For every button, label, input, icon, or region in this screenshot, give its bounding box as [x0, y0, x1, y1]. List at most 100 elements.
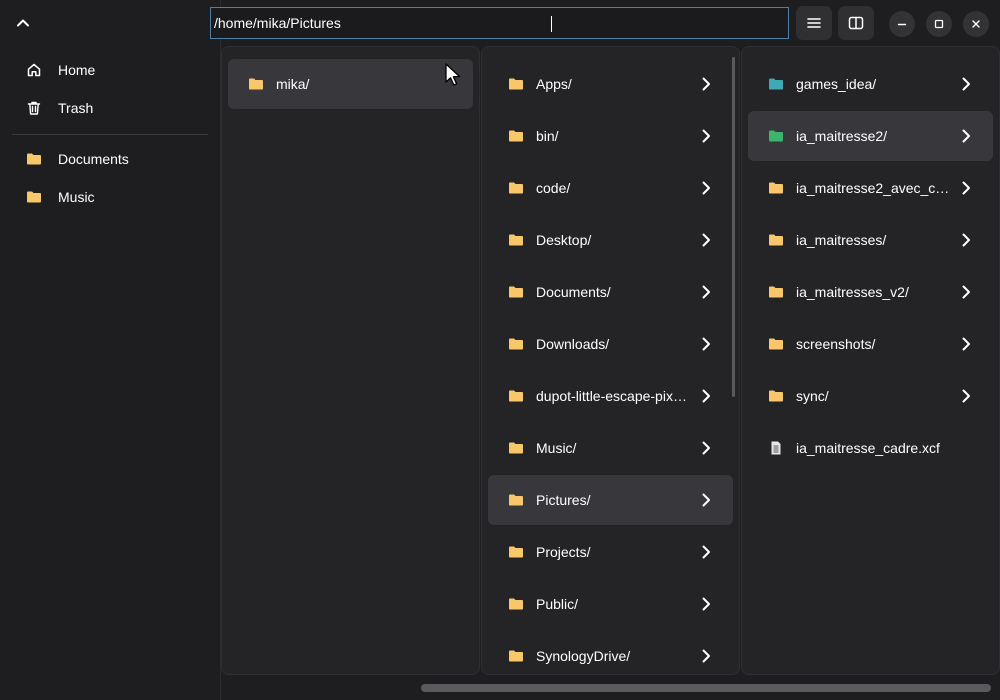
chevron-right-icon	[962, 389, 970, 403]
folder-row[interactable]: ia_maitresses_v2/	[748, 267, 993, 317]
chevron-right-icon	[702, 389, 710, 403]
chevron-right-icon	[962, 337, 970, 351]
folder-row[interactable]: bin/	[488, 111, 733, 161]
sidebar: Home Trash Documents Music	[0, 0, 221, 700]
folder-icon	[509, 234, 523, 246]
item-name: bin/	[536, 128, 559, 144]
chevron-right-icon	[702, 129, 710, 143]
maximize-button[interactable]	[926, 11, 952, 37]
item-name: Downloads/	[536, 336, 610, 352]
folder-row[interactable]: sync/	[748, 371, 993, 421]
folder-row[interactable]: SynologyDrive/	[488, 631, 733, 674]
folder-row[interactable]: ia_maitresse2/	[748, 111, 993, 161]
text-caret	[551, 16, 552, 32]
folder-row[interactable]: Desktop/	[488, 215, 733, 265]
item-name: Desktop/	[536, 232, 592, 248]
item-name: ia_maitresse2_avec_ca…	[796, 180, 951, 196]
item-name: ia_maitresse2/	[796, 128, 888, 144]
sidebar-item-trash[interactable]: Trash	[12, 91, 208, 125]
chevron-right-icon	[962, 77, 970, 91]
chevron-right-icon	[702, 77, 710, 91]
trash-icon	[24, 98, 44, 118]
folder-icon	[769, 338, 783, 350]
item-name: ia_maitresse_cadre.xcf	[796, 440, 940, 456]
sidebar-item-documents[interactable]: Documents	[12, 142, 208, 176]
column-pictures: games_idea/ia_maitresse2/ia_maitresse2_a…	[741, 46, 1000, 675]
go-up-button[interactable]	[8, 8, 38, 38]
folder-icon	[769, 390, 783, 402]
sidebar-item-home[interactable]: Home	[12, 53, 208, 87]
item-name: ia_maitresses_v2/	[796, 284, 909, 300]
item-name: SynologyDrive/	[536, 648, 631, 664]
folder-row[interactable]: Public/	[488, 579, 733, 629]
chevron-right-icon	[962, 181, 970, 195]
item-name: Public/	[536, 596, 579, 612]
folder-icon	[769, 182, 783, 194]
file-chooser-window: Home Trash Documents Music /home/mika/Pi…	[0, 0, 1000, 700]
folder-icon	[509, 598, 523, 610]
folder-row[interactable]: ia_maitresses/	[748, 215, 993, 265]
sidebar-item-label: Trash	[58, 100, 94, 116]
folder-icon	[249, 78, 263, 90]
folder-icon	[509, 286, 523, 298]
folder-icon	[509, 130, 523, 142]
split-view-icon	[848, 16, 864, 30]
close-button[interactable]	[963, 11, 989, 37]
chevron-right-icon	[702, 285, 710, 299]
folder-row[interactable]: Downloads/	[488, 319, 733, 369]
folder-icon	[509, 182, 523, 194]
item-name: games_idea/	[796, 76, 877, 92]
item-name: Pictures/	[536, 492, 591, 508]
file-row[interactable]: ia_maitresse_cadre.xcf	[748, 423, 993, 473]
path-bar[interactable]	[210, 7, 789, 39]
hamburger-menu-icon	[807, 18, 821, 28]
chevron-right-icon	[702, 597, 710, 611]
folder-row[interactable]: Pictures/	[488, 475, 733, 525]
chevron-right-icon	[702, 441, 710, 455]
folder-row[interactable]: mika/	[228, 59, 473, 109]
column-mika: Apps/bin/code/Desktop/Documents/Download…	[481, 46, 740, 675]
item-name: dupot-little-escape-pix…	[536, 388, 687, 404]
maximize-icon	[934, 19, 944, 29]
sidebar-item-music[interactable]: Music	[12, 180, 208, 214]
folder-row[interactable]: Documents/	[488, 267, 733, 317]
view-toggle-button[interactable]	[838, 6, 874, 40]
horizontal-scrollbar[interactable]	[421, 684, 991, 692]
folder-icon	[769, 78, 783, 90]
menu-button[interactable]	[796, 6, 832, 40]
item-name: screenshots/	[796, 336, 876, 352]
folder-row[interactable]: dupot-little-escape-pix…	[488, 371, 733, 421]
sidebar-separator	[12, 134, 208, 135]
folder-row[interactable]: screenshots/	[748, 319, 993, 369]
folder-icon	[24, 149, 44, 169]
minimize-button[interactable]	[889, 11, 915, 37]
folder-icon	[509, 546, 523, 558]
vertical-scrollbar[interactable]	[732, 57, 735, 397]
folder-icon	[509, 650, 523, 662]
folder-icon	[24, 187, 44, 207]
folder-icon	[509, 390, 523, 402]
folder-icon	[769, 286, 783, 298]
folder-row[interactable]: Apps/	[488, 59, 733, 109]
path-input[interactable]	[212, 9, 782, 37]
chevron-right-icon	[702, 649, 710, 663]
chevron-right-icon	[962, 285, 970, 299]
chevron-right-icon	[702, 545, 710, 559]
item-name: Projects/	[536, 544, 591, 560]
folder-row[interactable]: code/	[488, 163, 733, 213]
folder-row[interactable]: Music/	[488, 423, 733, 473]
folder-icon	[509, 78, 523, 90]
item-name: Apps/	[536, 76, 572, 92]
folder-icon	[509, 338, 523, 350]
column-home: mika/	[221, 46, 480, 675]
chevron-right-icon	[962, 233, 970, 247]
folder-row[interactable]: ia_maitresse2_avec_ca…	[748, 163, 993, 213]
folder-icon	[509, 442, 523, 454]
mouse-cursor-icon	[445, 63, 461, 86]
chevron-right-icon	[702, 337, 710, 351]
folder-icon	[769, 234, 783, 246]
chevron-right-icon	[962, 129, 970, 143]
item-name: ia_maitresses/	[796, 232, 887, 248]
folder-row[interactable]: Projects/	[488, 527, 733, 577]
folder-row[interactable]: games_idea/	[748, 59, 993, 109]
